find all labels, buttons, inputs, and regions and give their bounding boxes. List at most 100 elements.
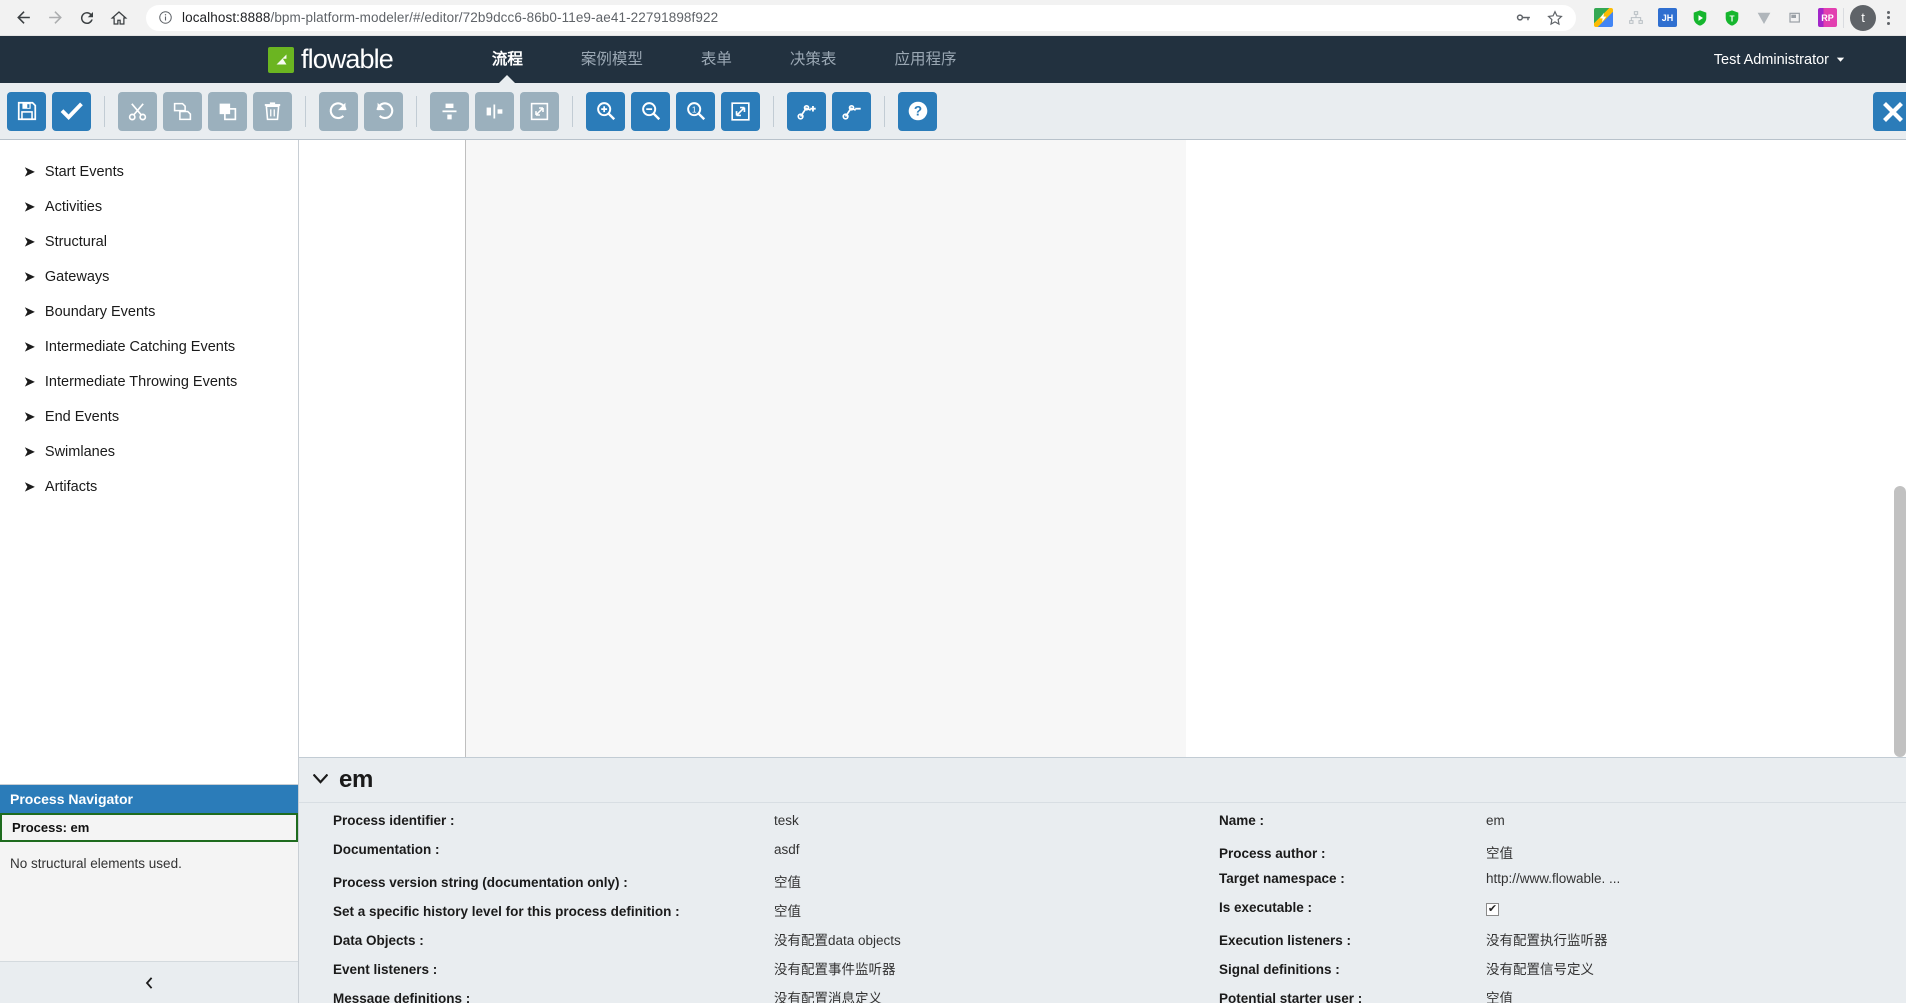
zoom-fit-button[interactable] xyxy=(721,91,760,131)
collapse-panel-button[interactable] xyxy=(0,961,298,1003)
align-horizontal-button[interactable] xyxy=(475,91,514,131)
shield-t-extension-icon[interactable]: T xyxy=(1722,8,1741,27)
property-row-process-version-string[interactable]: Process version string (documentation on… xyxy=(299,871,1104,900)
palette-group-structural[interactable]: ➤ Structural xyxy=(0,224,298,259)
property-row-process-author[interactable]: Process author : 空值 xyxy=(1104,842,1906,871)
brand-logo[interactable]: flowable xyxy=(268,44,394,75)
property-row-target-namespace[interactable]: Target namespace : http://www.flowable. … xyxy=(1104,871,1906,900)
zoom-out-button[interactable] xyxy=(631,91,670,131)
property-row-is-executable[interactable]: Is executable : ✔ xyxy=(1104,900,1906,929)
delete-button[interactable] xyxy=(253,91,292,131)
nav-tab-decision-tables[interactable]: 决策表 xyxy=(761,36,866,83)
property-row-message-definitions[interactable]: Message definitions : 没有配置消息定义 xyxy=(299,987,1104,1003)
url-path: /bpm-platform-modeler/#/editor/72b9dcc6-… xyxy=(270,10,719,25)
properties-header[interactable]: em xyxy=(299,758,1906,803)
jh-extension-icon[interactable]: JH xyxy=(1658,8,1677,27)
palette-group-artifacts[interactable]: ➤ Artifacts xyxy=(0,469,298,504)
user-menu[interactable]: Test Administrator xyxy=(1714,52,1846,68)
paste-button[interactable] xyxy=(208,91,247,131)
property-label: Process author : xyxy=(1219,846,1326,861)
help-button[interactable]: ? xyxy=(898,91,937,131)
resize-same-size-icon xyxy=(530,102,549,120)
nav-tab-apps[interactable]: 应用程序 xyxy=(865,36,985,83)
sitemap-extension-icon[interactable] xyxy=(1626,8,1645,27)
reload-button[interactable] xyxy=(72,3,102,33)
redo-button[interactable] xyxy=(319,91,358,131)
zoom-actual-button[interactable]: 1 xyxy=(676,91,715,131)
property-label: Execution listeners : xyxy=(1219,933,1352,948)
palette-group-label: End Events xyxy=(44,408,120,425)
nav-tab-processes[interactable]: 流程 xyxy=(463,36,552,83)
align-vertical-button[interactable] xyxy=(430,91,469,131)
property-label: Event listeners : xyxy=(333,962,438,977)
profile-initial: t xyxy=(1861,10,1865,25)
question-mark-icon: ? xyxy=(908,101,927,121)
info-circle-icon[interactable] xyxy=(158,10,173,25)
url-text: localhost:8888/bpm-platform-modeler/#/ed… xyxy=(182,10,718,25)
v-extension-icon[interactable] xyxy=(1754,8,1773,27)
close-editor-button[interactable] xyxy=(1873,92,1906,131)
window-extension-icon[interactable] xyxy=(1786,8,1805,27)
palette-group-intermediate-catching-events[interactable]: ➤ Intermediate Catching Events xyxy=(0,329,298,364)
copy-button[interactable] xyxy=(163,91,202,131)
property-value: 空值 xyxy=(774,904,801,919)
browser-menu-button[interactable] xyxy=(1878,10,1898,25)
shield-play-extension-icon[interactable] xyxy=(1690,8,1709,27)
canvas-vertical-scrollbar[interactable] xyxy=(1894,486,1906,757)
property-row-process-identifier[interactable]: Process identifier : tesk xyxy=(299,813,1104,842)
profile-avatar[interactable]: t xyxy=(1850,4,1876,31)
svg-text:?: ? xyxy=(913,104,921,119)
chevron-down-icon[interactable] xyxy=(312,771,329,789)
palette-group-gateways[interactable]: ➤ Gateways xyxy=(0,259,298,294)
zoom-in-button[interactable] xyxy=(586,91,625,131)
process-navigator-empty-message: No structural elements used. xyxy=(0,842,298,961)
palette-group-activities[interactable]: ➤ Activities xyxy=(0,189,298,224)
property-row-name[interactable]: Name : em xyxy=(1104,813,1906,842)
rp-extension-icon[interactable]: RP xyxy=(1818,8,1837,27)
svg-text:T: T xyxy=(1729,14,1734,23)
add-bendpoint-button[interactable] xyxy=(787,91,826,131)
property-row-potential-starter-user[interactable]: Potential starter user : 空值 xyxy=(1104,987,1906,1003)
nav-tab-forms[interactable]: 表单 xyxy=(672,36,761,83)
magnifier-one-icon: 1 xyxy=(686,102,705,121)
home-button[interactable] xyxy=(104,3,134,33)
property-value: em xyxy=(1486,813,1505,828)
back-button[interactable] xyxy=(8,3,38,33)
main-nav: 流程 案例模型 表单 决策表 应用程序 xyxy=(463,36,986,83)
forward-button[interactable] xyxy=(40,3,70,33)
palette-group-start-events[interactable]: ➤ Start Events xyxy=(0,154,298,189)
remove-bendpoint-button[interactable] xyxy=(832,91,871,131)
undo-button[interactable] xyxy=(364,91,403,131)
property-value: 空值 xyxy=(1486,991,1513,1003)
property-row-event-listeners[interactable]: Event listeners : 没有配置事件监听器 xyxy=(299,958,1104,987)
chevron-right-icon: ➤ xyxy=(24,234,35,249)
palette-group-swimlanes[interactable]: ➤ Swimlanes xyxy=(0,434,298,469)
property-row-documentation[interactable]: Documentation : asdf xyxy=(299,842,1104,871)
property-row-signal-definitions[interactable]: Signal definitions : 没有配置信号定义 xyxy=(1104,958,1906,987)
nav-tab-case-models[interactable]: 案例模型 xyxy=(552,36,672,83)
canvas-sheet[interactable] xyxy=(465,140,1186,757)
palette-group-intermediate-throwing-events[interactable]: ➤ Intermediate Throwing Events xyxy=(0,364,298,399)
palette-group-boundary-events[interactable]: ➤ Boundary Events xyxy=(0,294,298,329)
star-icon[interactable] xyxy=(1546,9,1564,27)
property-label: Message definitions : xyxy=(333,991,471,1003)
property-row-execution-listeners[interactable]: Execution listeners : 没有配置执行监听器 xyxy=(1104,929,1906,958)
properties-grid: Process identifier : tesk Documentation … xyxy=(299,803,1906,1003)
property-row-history-level[interactable]: Set a specific history level for this pr… xyxy=(299,900,1104,929)
is-executable-checkbox[interactable]: ✔ xyxy=(1486,903,1499,916)
palette-group-label: Gateways xyxy=(44,268,110,285)
key-icon[interactable] xyxy=(1515,9,1532,26)
same-size-button[interactable] xyxy=(520,91,559,131)
property-value: 没有配置信号定义 xyxy=(1486,962,1594,977)
colorful-extension-icon[interactable] xyxy=(1594,8,1613,27)
chevron-right-icon: ➤ xyxy=(24,409,35,424)
svg-text:1: 1 xyxy=(691,105,696,114)
palette-group-end-events[interactable]: ➤ End Events xyxy=(0,399,298,434)
property-row-data-objects[interactable]: Data Objects : 没有配置data objects xyxy=(299,929,1104,958)
validate-button[interactable] xyxy=(52,91,91,131)
diagram-canvas[interactable] xyxy=(299,140,1906,757)
save-button[interactable] xyxy=(7,91,46,131)
cut-button[interactable] xyxy=(118,91,157,131)
process-navigator-selected-item[interactable]: Process: em xyxy=(0,813,298,842)
address-bar[interactable]: localhost:8888/bpm-platform-modeler/#/ed… xyxy=(146,4,1576,31)
